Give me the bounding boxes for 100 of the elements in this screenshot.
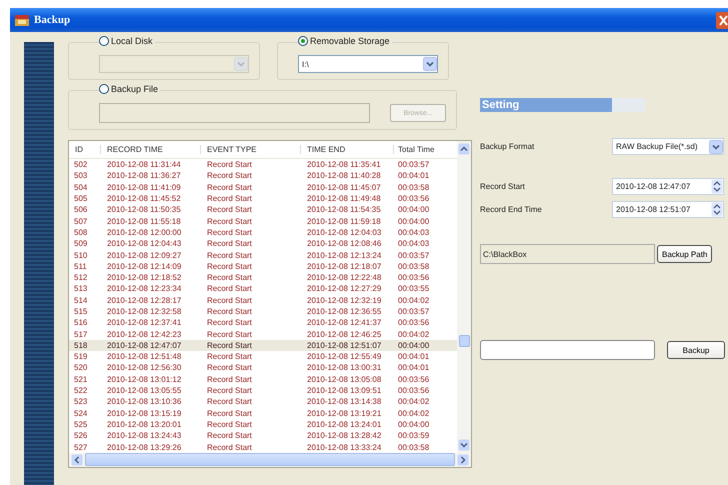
chevron-down-icon[interactable] — [709, 140, 723, 154]
table-cell-text: Record Start — [206, 307, 253, 316]
table-cell-text: 2010-12-08 11:31:44 — [106, 160, 182, 170]
dropdown[interactable]: I:\ — [298, 55, 438, 73]
table-cell-text: 2010-12-08 12:18:07 — [306, 262, 382, 271]
path-field[interactable]: C:\BlackBox — [480, 244, 655, 264]
table-cell-text: 00:04:00 — [397, 420, 430, 429]
table-cell-text: 00:04:02 — [397, 296, 430, 305]
table-cell-text: 2010-12-08 12:55:49 — [306, 352, 382, 362]
table-row[interactable]: 510 2010-12-08 12:09:27 Record Start 2010-12-08 12:13:24 00:03:57 — [69, 249, 457, 261]
table-cell-text: 525 — [73, 420, 88, 429]
table-cell-text: 517 — [73, 330, 88, 339]
table-cell-text: 2010-12-08 11:50:35 — [106, 205, 182, 214]
app-icon — [14, 13, 30, 27]
table-cell-text: 00:03:56 — [397, 273, 430, 282]
table-row[interactable]: 521 2010-12-08 13:01:12 Record Start 2010-12-08 13:05:08 00:03:56 — [69, 374, 457, 385]
table-row[interactable]: 520 2010-12-08 12:56:30 Record Start 2010-12-08 13:00:31 00:04:01 — [69, 362, 457, 374]
column-header[interactable]: RECORD TIME — [101, 145, 201, 154]
table-row[interactable]: 519 2010-12-08 12:51:48 Record Start 2010-12-08 12:55:49 00:04:01 — [69, 351, 457, 362]
table-cell-text: 503 — [73, 171, 88, 180]
table-row[interactable]: 512 2010-12-08 12:18:52 Record Start 2010-12-08 12:22:48 00:03:56 — [69, 272, 457, 284]
table-row[interactable]: 527 2010-12-08 13:29:26 Record Start 2010-12-08 13:33:24 00:03:58 — [69, 441, 457, 453]
table-cell-text: 2010-12-08 13:00:31 — [306, 363, 382, 372]
table-cell-text: 00:04:01 — [397, 171, 430, 180]
table-cell-text: Record Start — [206, 318, 253, 328]
vertical-scrollbar[interactable] — [457, 141, 471, 453]
scroll-thumb[interactable] — [458, 335, 470, 347]
table-row[interactable]: 517 2010-12-08 12:42:23 Record Start 2010-12-08 12:46:25 00:04:02 — [69, 328, 457, 340]
table-row[interactable]: 502 2010-12-08 11:31:44 Record Start 2010-12-08 11:35:41 00:03:57 — [69, 159, 457, 170]
scroll-down-icon[interactable] — [458, 438, 470, 451]
table-cell-text: 505 — [73, 194, 88, 204]
table-row[interactable]: 514 2010-12-08 12:28:17 Record Start 2010-12-08 12:32:19 00:04:02 — [69, 294, 457, 306]
table-row[interactable]: 524 2010-12-08 13:15:19 Record Start 2010-12-08 13:19:21 00:04:02 — [69, 408, 457, 419]
table-cell-text: 2010-12-08 11:45:07 — [306, 182, 382, 192]
scroll-right-icon[interactable] — [457, 454, 469, 466]
table-cell-text: 526 — [73, 431, 88, 440]
spinner-icon[interactable] — [711, 179, 723, 194]
table-cell-text: 00:04:01 — [397, 363, 430, 372]
table-cell-text: 00:04:00 — [397, 340, 430, 350]
table-cell-text: 2010-12-08 12:04:03 — [306, 228, 382, 237]
table-row[interactable]: 516 2010-12-08 12:37:41 Record Start 2010-12-08 12:41:37 00:03:56 — [69, 317, 457, 328]
table-cell-text: 2010-12-08 11:55:18 — [106, 216, 182, 226]
table-cell-text: Record Start — [206, 171, 253, 180]
table-row[interactable]: 526 2010-12-08 13:24:43 Record Start 2010-12-08 13:28:42 00:03:59 — [69, 430, 457, 442]
table-cell-text: 2010-12-08 13:14:38 — [306, 397, 382, 406]
table-cell-text: 2010-12-08 13:28:42 — [306, 431, 382, 440]
table-cell-text: 2010-12-08 13:24:01 — [306, 420, 382, 429]
table-cell-text: 504 — [73, 182, 88, 192]
chevron-down-icon[interactable] — [423, 57, 437, 71]
table-cell-text: 2010-12-08 13:24:43 — [106, 431, 182, 440]
column-header[interactable]: ID — [69, 145, 101, 154]
table-cell-text: Record Start — [206, 182, 253, 192]
backup-path-button[interactable]: Backup Path — [657, 245, 712, 263]
spinner-icon[interactable] — [711, 202, 723, 217]
field-label: Record End Time — [480, 205, 542, 214]
table-row[interactable]: 525 2010-12-08 13:20:01 Record Start 2010-12-08 13:24:01 00:04:00 — [69, 418, 457, 430]
table-cell-text: 00:03:58 — [397, 442, 430, 452]
close-button[interactable] — [716, 12, 728, 29]
table-row[interactable]: 523 2010-12-08 13:10:36 Record Start 2010-12-08 13:14:38 00:04:02 — [69, 396, 457, 408]
table-cell-text: 00:03:56 — [397, 318, 430, 328]
radio-button[interactable] — [298, 36, 308, 46]
table-cell-text: 00:04:02 — [397, 330, 430, 339]
table-cell-text: 2010-12-08 13:09:51 — [306, 386, 382, 396]
table-row[interactable]: 507 2010-12-08 11:55:18 Record Start 2010-12-08 11:59:18 00:04:00 — [69, 215, 457, 227]
table-cell-text: 2010-12-08 12:51:07 — [306, 340, 382, 350]
table-row[interactable]: 513 2010-12-08 12:23:34 Record Start 2010-12-08 12:27:29 00:03:55 — [69, 283, 457, 295]
table-row[interactable]: 509 2010-12-08 12:04:43 Record Start 2010-12-08 12:08:46 00:04:03 — [69, 238, 457, 250]
table-cell-text: 00:04:02 — [397, 397, 430, 406]
table-cell-text: 522 — [73, 386, 88, 396]
table-cell-text: 2010-12-08 12:37:41 — [106, 318, 182, 328]
table-cell-text: 510 — [73, 250, 88, 260]
datetime-field[interactable]: 2010-12-08 12:47:07 — [612, 178, 724, 195]
table-cell-text: 524 — [73, 408, 88, 418]
table-cell-text: 2010-12-08 12:14:09 — [106, 262, 182, 271]
scroll-left-icon[interactable] — [71, 454, 83, 466]
table-cell-text: 2010-12-08 13:19:21 — [306, 408, 382, 418]
table-cell-text: Record Start — [206, 250, 253, 260]
scroll-up-icon[interactable] — [458, 143, 470, 155]
backup-button[interactable]: Backup — [667, 341, 725, 359]
table-cell-text: 519 — [73, 352, 88, 362]
table-row[interactable]: 511 2010-12-08 12:14:09 Record Start 2010-12-08 12:18:07 00:03:58 — [69, 260, 457, 272]
table-cell-text: 2010-12-08 11:45:52 — [106, 194, 182, 204]
column-header[interactable]: TIME END — [301, 145, 394, 154]
table-row[interactable]: 503 2010-12-08 11:36:27 Record Start 2010-12-08 11:40:28 00:04:01 — [69, 170, 457, 182]
table-cell-text: 00:04:03 — [397, 228, 430, 237]
selected-row[interactable]: 518 2010-12-08 12:47:07 Record Start 2010-12-08 12:51:07 00:04:00 — [69, 340, 457, 352]
table-row[interactable]: 504 2010-12-08 11:41:09 Record Start 2010-12-08 11:45:07 00:03:58 — [69, 182, 457, 193]
table-cell-text: 00:03:58 — [397, 182, 430, 192]
table-row[interactable]: 515 2010-12-08 12:32:58 Record Start 2010-12-08 12:36:55 00:03:57 — [69, 306, 457, 318]
column-header[interactable]: EVENT TYPE — [201, 145, 301, 154]
column-header[interactable]: Total Time — [394, 145, 457, 154]
table-row[interactable]: 522 2010-12-08 13:05:55 Record Start 2010-12-08 13:09:51 00:03:56 — [69, 384, 457, 396]
format-dropdown[interactable]: RAW Backup File(*.sd) — [612, 138, 724, 155]
table-cell-text: 2010-12-08 12:32:58 — [106, 307, 182, 316]
table-row[interactable]: 505 2010-12-08 11:45:52 Record Start 2010-12-08 11:49:48 00:03:56 — [69, 192, 457, 204]
datetime-field[interactable]: 2010-12-08 12:51:07 — [612, 201, 724, 218]
table-cell-text: Record Start — [206, 273, 253, 282]
table-row[interactable]: 506 2010-12-08 11:50:35 Record Start 2010-12-08 11:54:35 00:04:00 — [69, 204, 457, 216]
table-cell-text: Record Start — [206, 160, 253, 170]
table-row[interactable]: 508 2010-12-08 12:00:00 Record Start 2010-12-08 12:04:03 00:04:03 — [69, 226, 457, 238]
